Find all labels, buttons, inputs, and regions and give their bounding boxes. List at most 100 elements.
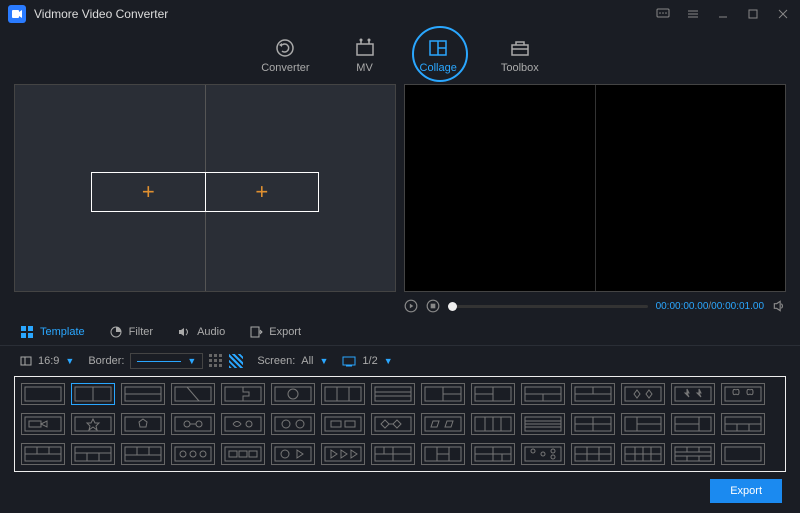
minimize-icon[interactable]: [714, 5, 732, 23]
template-icon: [20, 325, 34, 339]
filter-icon: [109, 325, 123, 339]
playbar: 00:00:00.00/00:00:01.00: [0, 294, 800, 318]
template-item[interactable]: [521, 383, 565, 405]
template-item[interactable]: [121, 443, 165, 465]
template-item[interactable]: [271, 383, 315, 405]
template-item[interactable]: [321, 383, 365, 405]
template-item[interactable]: [521, 443, 565, 465]
template-item[interactable]: [21, 413, 65, 435]
menu-icon[interactable]: [684, 5, 702, 23]
template-item[interactable]: [171, 413, 215, 435]
template-item[interactable]: [371, 443, 415, 465]
time-display: 00:00:00.00/00:00:01.00: [656, 301, 764, 312]
tab-mv[interactable]: MV: [348, 36, 382, 76]
template-item[interactable]: [171, 383, 215, 405]
chevron-down-icon: ▼: [384, 356, 393, 366]
template-item[interactable]: [721, 413, 765, 435]
template-item[interactable]: [571, 413, 615, 435]
template-item[interactable]: [71, 443, 115, 465]
screen-value: All: [301, 355, 313, 367]
template-item[interactable]: [421, 413, 465, 435]
chevron-down-icon: ▼: [187, 356, 196, 366]
template-item[interactable]: [221, 443, 265, 465]
template-item[interactable]: [721, 383, 765, 405]
subtab-label: Audio: [197, 326, 225, 338]
template-item[interactable]: [371, 413, 415, 435]
template-item[interactable]: [571, 383, 615, 405]
add-frame: + +: [91, 172, 319, 212]
template-item[interactable]: [321, 443, 365, 465]
aspect-select[interactable]: 16:9 ▼: [20, 355, 74, 367]
template-item[interactable]: [621, 413, 665, 435]
template-item[interactable]: [221, 413, 265, 435]
subtab-audio[interactable]: Audio: [177, 325, 225, 339]
add-cell-left[interactable]: +: [92, 173, 206, 211]
subtab-label: Export: [269, 326, 301, 338]
progress-bar[interactable]: [448, 305, 648, 308]
template-item[interactable]: [421, 383, 465, 405]
export-icon: [249, 325, 263, 339]
screen-select[interactable]: All ▼: [301, 355, 328, 367]
border-style-select[interactable]: ▼: [130, 353, 203, 369]
chevron-down-icon: ▼: [65, 356, 74, 366]
add-cell-right[interactable]: +: [206, 173, 319, 211]
template-item[interactable]: [121, 413, 165, 435]
preview-cell: [405, 85, 596, 291]
subtab-export[interactable]: Export: [249, 325, 301, 339]
subtab-template[interactable]: Template: [20, 325, 85, 339]
template-item[interactable]: [371, 383, 415, 405]
template-item[interactable]: [721, 443, 765, 465]
template-item[interactable]: [221, 383, 265, 405]
subtab-label: Filter: [129, 326, 153, 338]
template-item[interactable]: [21, 443, 65, 465]
template-item[interactable]: [571, 443, 615, 465]
main-tabs: Converter MV Collage Toolbox: [0, 28, 800, 84]
template-item[interactable]: [471, 443, 515, 465]
stop-button[interactable]: [426, 299, 440, 313]
border-control: Border: ▼: [88, 353, 243, 369]
tab-label: Converter: [261, 62, 309, 74]
template-item[interactable]: [271, 443, 315, 465]
tab-label: Toolbox: [501, 62, 539, 74]
grid-icon[interactable]: [209, 354, 223, 368]
template-item[interactable]: [421, 443, 465, 465]
template-item[interactable]: [621, 383, 665, 405]
collage-canvas[interactable]: + +: [14, 84, 396, 292]
tab-converter[interactable]: Converter: [255, 36, 315, 76]
template-item[interactable]: [621, 443, 665, 465]
template-item[interactable]: [471, 383, 515, 405]
tab-label: MV: [356, 62, 373, 74]
template-item[interactable]: [671, 383, 715, 405]
template-item[interactable]: [121, 383, 165, 405]
template-item[interactable]: [171, 443, 215, 465]
maximize-icon[interactable]: [744, 5, 762, 23]
template-item[interactable]: [671, 443, 715, 465]
close-icon[interactable]: [774, 5, 792, 23]
page-control[interactable]: 1/2 ▼: [342, 355, 392, 367]
titlebar: Vidmore Video Converter: [0, 0, 800, 28]
template-item[interactable]: [521, 413, 565, 435]
tab-toolbox[interactable]: Toolbox: [495, 36, 545, 76]
template-item[interactable]: [71, 413, 115, 435]
template-item[interactable]: [671, 413, 715, 435]
screen-label: Screen:: [257, 355, 295, 367]
template-item[interactable]: [71, 383, 115, 405]
subtabs: Template Filter Audio Export: [0, 318, 800, 346]
template-item[interactable]: [271, 413, 315, 435]
template-controls: 16:9 ▼ Border: ▼ Screen: All ▼ 1/2 ▼: [0, 346, 800, 376]
feedback-icon[interactable]: [654, 5, 672, 23]
tab-label: Collage: [420, 62, 457, 74]
app-logo: [8, 5, 26, 23]
hatch-icon[interactable]: [229, 354, 243, 368]
converter-icon: [274, 38, 296, 58]
collage-icon: [427, 38, 449, 58]
subtab-filter[interactable]: Filter: [109, 325, 153, 339]
play-button[interactable]: [404, 299, 418, 313]
app-title: Vidmore Video Converter: [34, 7, 168, 21]
export-button[interactable]: Export: [710, 479, 782, 503]
tab-collage[interactable]: Collage: [414, 36, 463, 76]
template-item[interactable]: [471, 413, 515, 435]
template-item[interactable]: [21, 383, 65, 405]
template-item[interactable]: [321, 413, 365, 435]
volume-icon[interactable]: [772, 299, 786, 313]
